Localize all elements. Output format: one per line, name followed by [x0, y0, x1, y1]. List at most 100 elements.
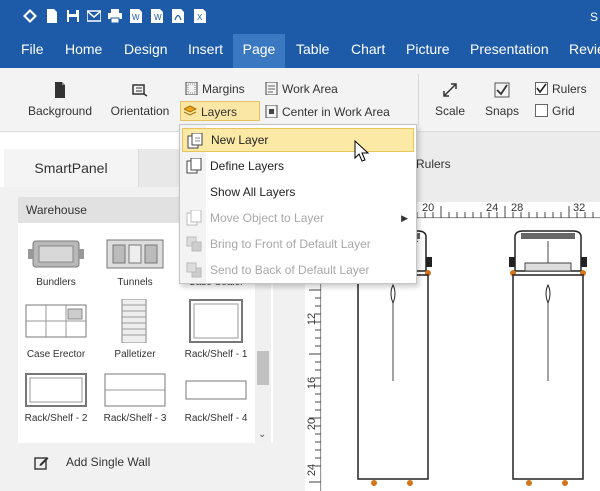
word-export-icon[interactable]: W	[129, 9, 143, 23]
scrollbar-thumb[interactable]	[257, 351, 269, 385]
ruler-tick-label: 24	[306, 463, 319, 477]
center-in-work-area-button[interactable]: Center in Work Area	[262, 102, 390, 122]
rack-shelf-4-thumbnail	[185, 380, 247, 400]
logo-icon[interactable]	[23, 9, 37, 23]
save-icon[interactable]	[66, 9, 80, 23]
shape-label: Palletizer	[114, 349, 156, 360]
margins-button[interactable]: Margins	[182, 79, 245, 99]
menu-item-move-object-to-layer[interactable]: Move Object to Layer ▶	[182, 206, 414, 230]
move-to-layer-icon	[186, 210, 202, 226]
checkbox-checked-icon	[535, 82, 548, 95]
menu-item-define-layers[interactable]: Define Layers	[182, 154, 414, 178]
rack-shelf-1-thumbnail	[189, 299, 243, 343]
menu-item-label: Define Layers	[210, 159, 285, 173]
snaps-button[interactable]: Snaps	[482, 82, 522, 118]
page-background-icon	[55, 82, 65, 98]
shape-rack-shelf-4[interactable]: Rack/Shelf - 4	[178, 373, 254, 424]
grid-label: Grid	[552, 104, 575, 118]
menu-item-label: Bring to Front of Default Layer	[210, 237, 371, 251]
chevron-down-icon[interactable]: ⌄	[258, 429, 266, 440]
menu-bar: File Home Design Insert Page Table Chart…	[0, 34, 600, 68]
rulers-label: Rulers	[552, 82, 587, 96]
layers-button[interactable]: Layers	[180, 101, 260, 121]
orientation-button[interactable]: Orientation	[104, 82, 176, 118]
menu-item-label: New Layer	[211, 133, 269, 147]
word-export-icon[interactable]: W	[150, 9, 164, 23]
scale-icon	[443, 83, 457, 97]
pdf-export-icon[interactable]	[171, 9, 185, 23]
excel-export-icon[interactable]: X	[193, 9, 207, 23]
menu-file[interactable]: File	[12, 34, 53, 68]
menu-table[interactable]: Table	[287, 34, 338, 68]
rulers-checkbox[interactable]: Rulers	[532, 79, 587, 99]
menu-chart[interactable]: Chart	[342, 34, 394, 68]
menu-picture[interactable]: Picture	[397, 34, 459, 68]
svg-text:W: W	[154, 13, 162, 22]
truck-shape[interactable]	[509, 230, 587, 486]
scale-label: Scale	[434, 104, 466, 118]
svg-text:X: X	[197, 13, 203, 22]
shape-rack-shelf-1[interactable]: Rack/Shelf - 1	[178, 299, 254, 360]
background-button[interactable]: Background	[22, 82, 98, 118]
ruler-tick-label: 20	[306, 417, 319, 431]
shape-bundlers[interactable]: Bundlers	[18, 237, 94, 288]
menu-page[interactable]: Page	[233, 34, 285, 68]
menu-item-bring-to-front[interactable]: Bring to Front of Default Layer	[182, 232, 414, 256]
new-layer-icon	[187, 133, 203, 149]
checkbox-unchecked-icon	[535, 104, 548, 117]
margins-label: Margins	[202, 82, 245, 96]
menu-item-show-all-layers[interactable]: Show All Layers	[182, 180, 414, 204]
add-single-wall-button[interactable]: Add Single Wall	[34, 451, 150, 473]
scale-button[interactable]: Scale	[430, 82, 470, 118]
tab-smartpanel[interactable]: SmartPanel	[4, 149, 139, 187]
ruler-tick-label: 28	[511, 202, 524, 214]
shape-tunnels[interactable]: Tunnels	[97, 237, 173, 288]
rack-shelf-3-thumbnail	[104, 373, 166, 407]
ruler-tick-label: 24	[486, 202, 499, 214]
work-area-button[interactable]: Work Area	[262, 79, 338, 99]
ruler-tick-label: 16	[306, 376, 319, 390]
rulers-panel-label: Rulers	[416, 157, 451, 171]
work-area-label: Work Area	[282, 82, 338, 96]
shape-rack-shelf-2[interactable]: Rack/Shelf - 2	[18, 373, 94, 424]
shape-label: Rack/Shelf - 4	[184, 413, 248, 424]
menu-item-label: Send to Back of Default Layer	[210, 263, 370, 277]
menu-item-new-layer[interactable]: New Layer	[182, 128, 414, 152]
mail-icon[interactable]	[87, 9, 101, 23]
shape-palletizer[interactable]: Palletizer	[97, 299, 173, 360]
shape-label: Bundlers	[36, 277, 76, 288]
app-title: S	[590, 10, 599, 24]
shape-case-erector[interactable]: Case Erector	[18, 299, 94, 360]
bundlers-thumbnail	[28, 240, 84, 268]
print-icon[interactable]	[108, 9, 122, 23]
center-in-work-area-label: Center in Work Area	[282, 105, 390, 119]
ruler-tick-label: 20	[422, 202, 435, 214]
case-erector-thumbnail	[25, 304, 87, 338]
add-single-wall-label: Add Single Wall	[66, 455, 151, 469]
shape-label: Rack/Shelf - 2	[24, 413, 88, 424]
ruler-tick-label: 12	[306, 312, 319, 326]
menu-design[interactable]: Design	[115, 34, 177, 68]
menu-item-send-to-back[interactable]: Send to Back of Default Layer	[182, 258, 414, 282]
edit-icon	[34, 457, 49, 470]
orientation-icon	[132, 84, 148, 97]
menu-review[interactable]: Revie	[560, 34, 600, 68]
snaps-icon	[494, 82, 510, 98]
grid-checkbox[interactable]: Grid	[532, 101, 575, 121]
submenu-arrow-icon: ▶	[401, 213, 408, 223]
layers-icon	[184, 105, 197, 116]
margins-icon	[185, 82, 198, 95]
menu-presentation[interactable]: Presentation	[461, 34, 558, 68]
tunnels-thumbnail	[106, 239, 164, 269]
shape-rack-shelf-3[interactable]: Rack/Shelf - 3	[97, 373, 173, 424]
svg-text:W: W	[132, 13, 140, 22]
send-to-back-icon	[186, 262, 202, 278]
palletizer-thumbnail	[121, 299, 147, 343]
define-layers-icon	[186, 158, 202, 174]
menu-insert[interactable]: Insert	[179, 34, 232, 68]
snaps-label: Snaps	[484, 104, 520, 118]
shape-label: Rack/Shelf - 3	[103, 413, 167, 424]
menu-item-label: Move Object to Layer	[210, 211, 325, 225]
new-file-icon[interactable]	[45, 9, 59, 23]
menu-home[interactable]: Home	[56, 34, 111, 68]
